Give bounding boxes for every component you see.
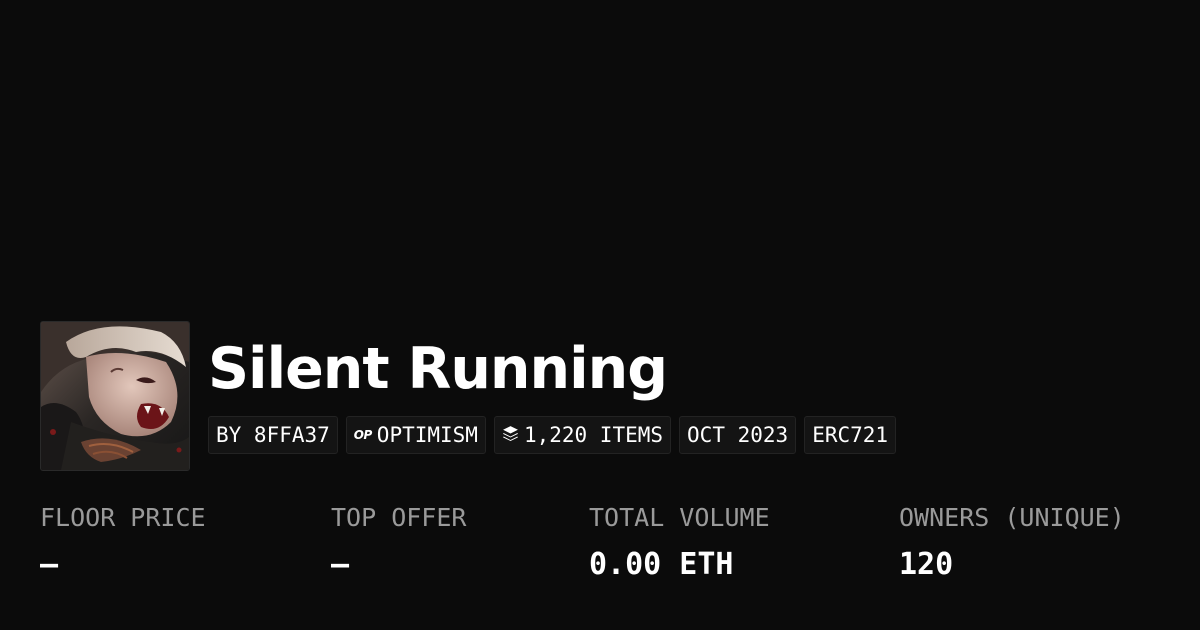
floor-price-label: FLOOR PRICE — [40, 503, 206, 532]
owners-stat: OWNERS (UNIQUE) 120 — [899, 505, 1125, 580]
date-label: OCT 2023 — [687, 423, 789, 447]
top-offer-stat: TOP OFFER – — [331, 505, 466, 580]
top-offer-label: TOP OFFER — [331, 503, 467, 532]
collection-info: Silent Running BY 8FFA37 OP OPTIMISM 1,2… — [208, 321, 904, 454]
total-volume-stat: TOTAL VOLUME 0.00 ETH — [589, 505, 770, 580]
total-volume-value: 0.00 ETH — [589, 547, 734, 582]
collection-header: Silent Running BY 8FFA37 OP OPTIMISM 1,2… — [40, 321, 904, 471]
collection-title: Silent Running — [208, 336, 668, 402]
items-count-label: 1,220 ITEMS — [523, 423, 664, 447]
total-volume-label: TOTAL VOLUME — [589, 503, 770, 532]
owners-value: 120 — [899, 547, 954, 582]
floor-price-stat: FLOOR PRICE – — [40, 505, 206, 580]
top-offer-value: – — [331, 547, 350, 582]
chain-tag[interactable]: OP OPTIMISM — [345, 416, 486, 454]
optimism-logo-icon: OP — [353, 428, 373, 442]
layers-icon — [502, 423, 519, 447]
creator-label: BY 8FFA37 — [216, 423, 330, 447]
floor-price-value: – — [40, 547, 59, 582]
collection-stats: FLOOR PRICE – TOP OFFER – TOTAL VOLUME 0… — [0, 505, 1200, 605]
collection-tags: BY 8FFA37 OP OPTIMISM 1,220 ITEMS OCT 20… — [208, 416, 904, 454]
creator-tag[interactable]: BY 8FFA37 — [208, 416, 338, 454]
standard-tag: ERC721 — [804, 416, 897, 454]
items-tag[interactable]: 1,220 ITEMS — [493, 416, 672, 454]
chain-label: OPTIMISM — [376, 423, 478, 447]
collection-artwork-image — [41, 322, 189, 470]
date-tag: OCT 2023 — [679, 416, 797, 454]
owners-label: OWNERS (UNIQUE) — [899, 503, 1125, 532]
standard-label: ERC721 — [812, 423, 889, 447]
collection-avatar — [40, 321, 190, 471]
